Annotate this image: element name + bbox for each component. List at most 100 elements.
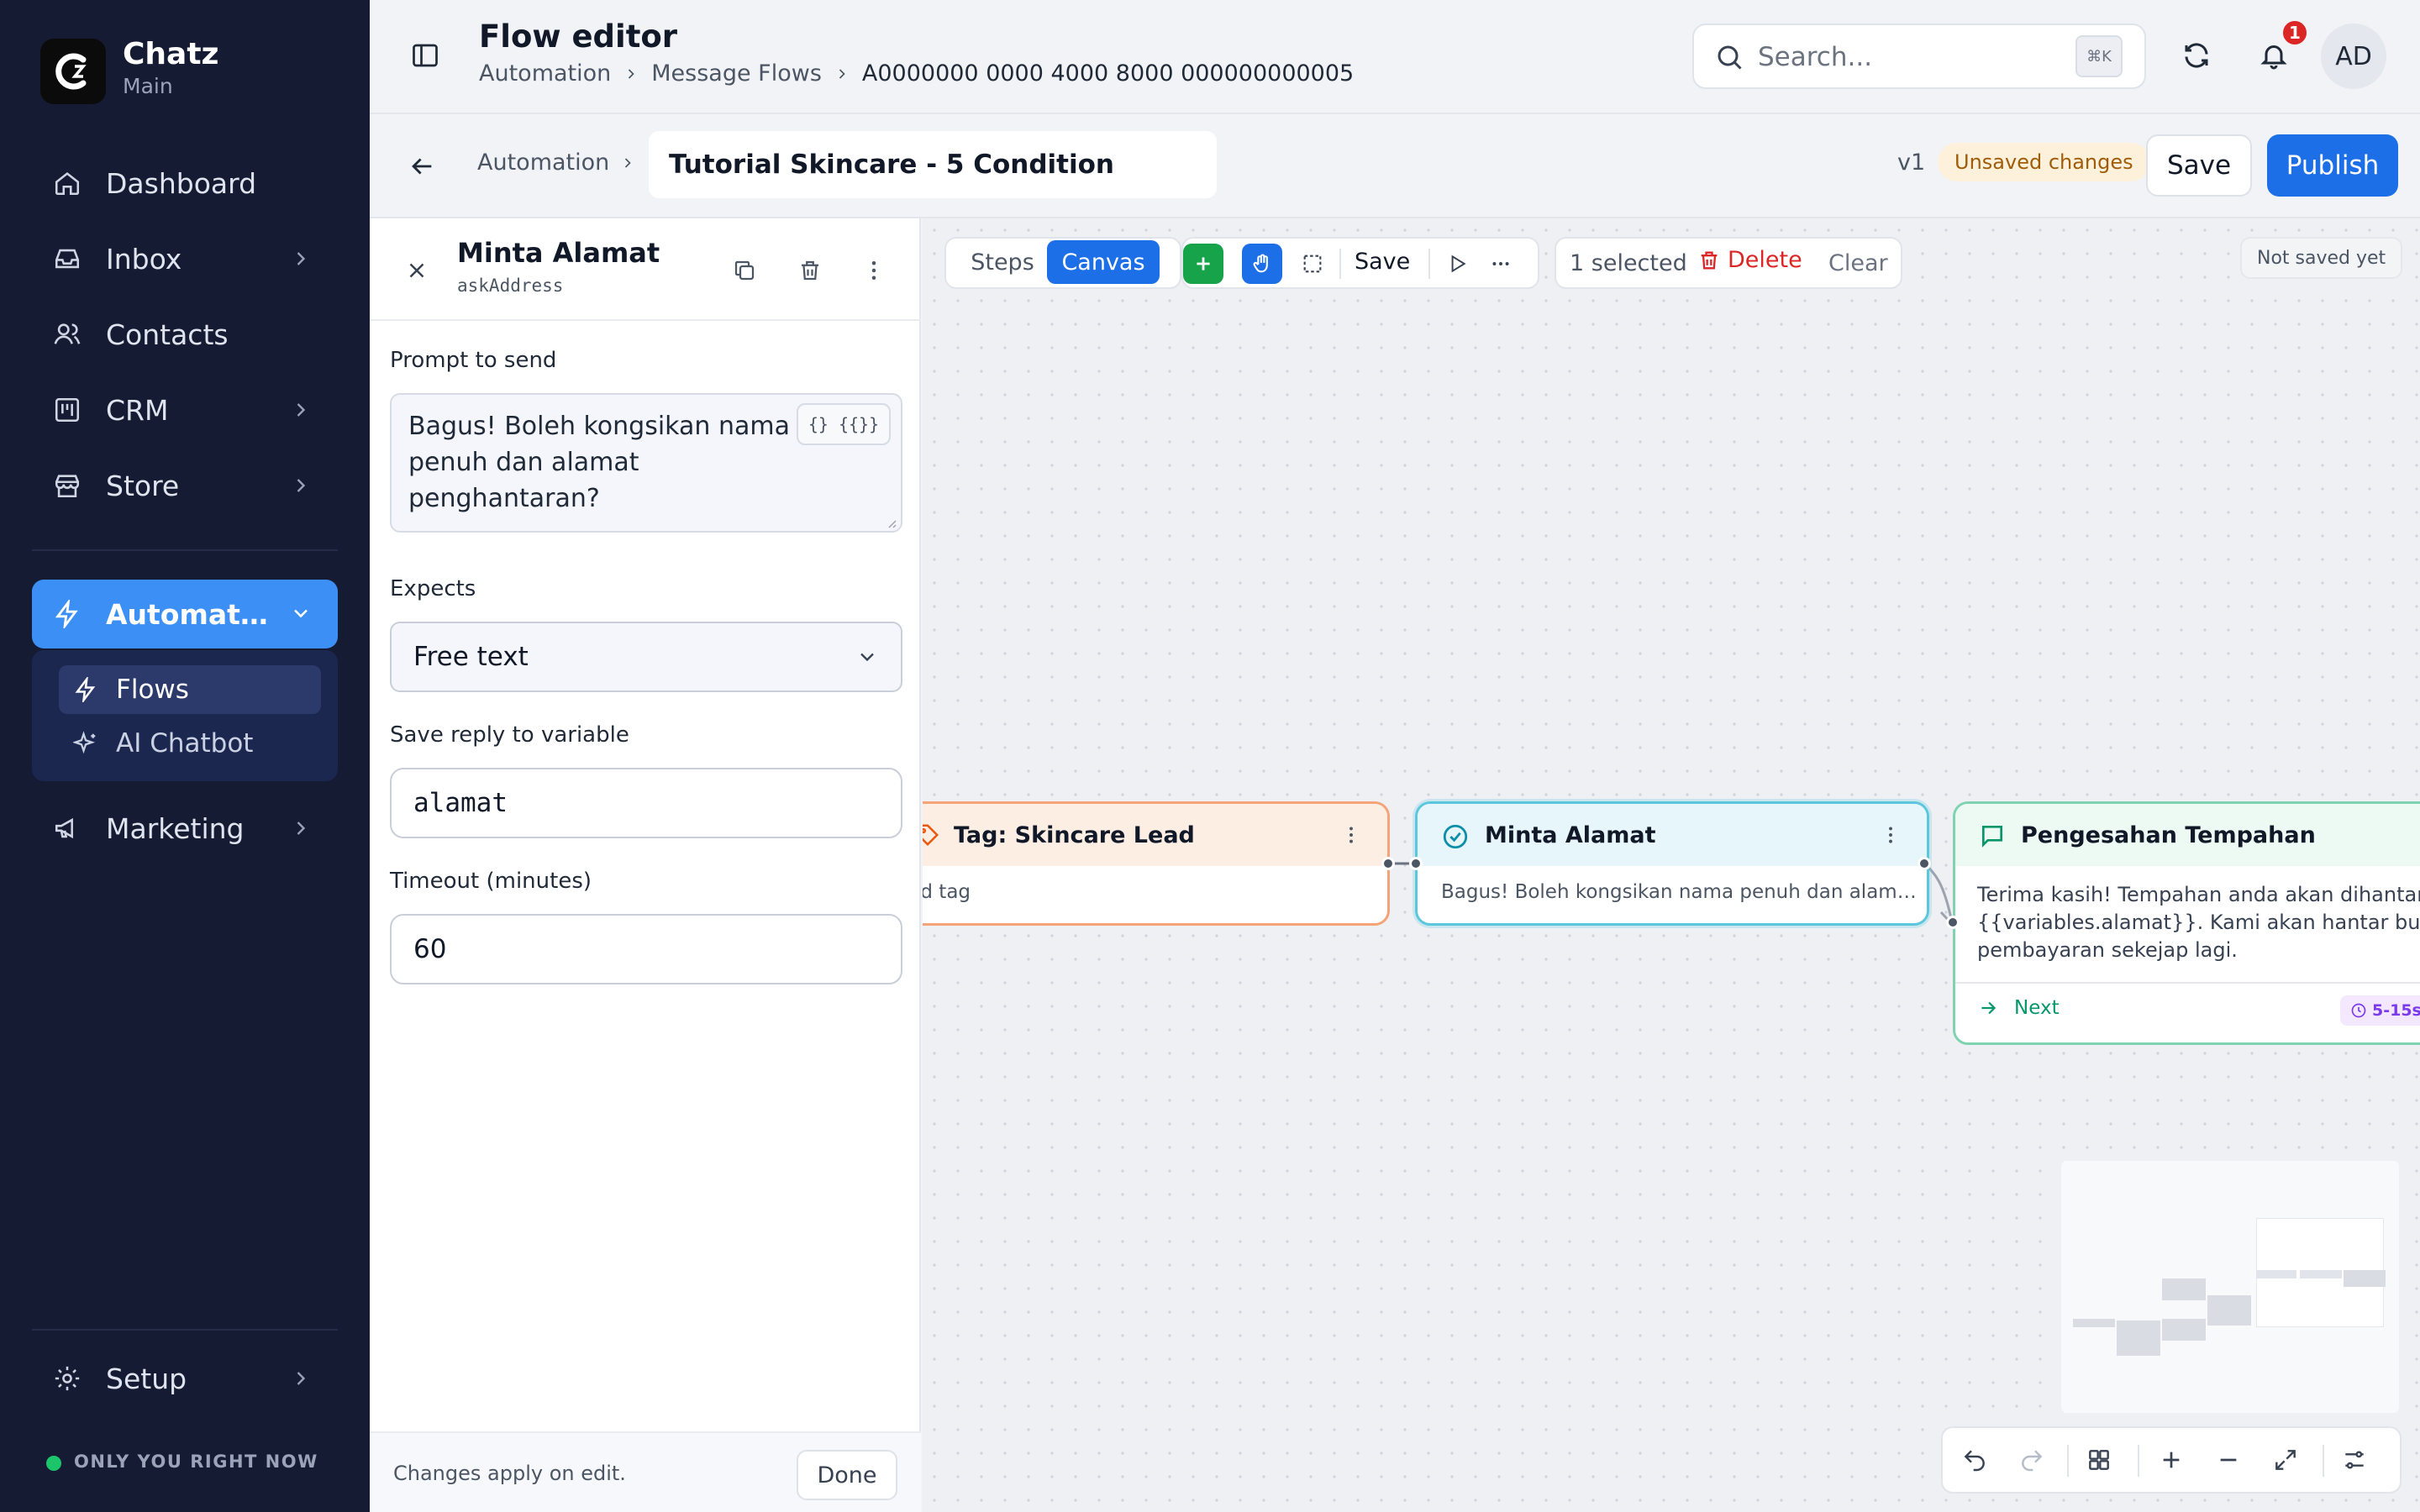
- bolt-icon: [71, 675, 101, 705]
- sidebar-toggle-icon[interactable]: [398, 29, 452, 82]
- workspace-name: Main: [123, 74, 173, 98]
- avatar[interactable]: AD: [2321, 24, 2386, 89]
- flow-node-tag[interactable]: Tag: Skincare Lead ld tag: [923, 801, 1390, 926]
- breadcrumb-item[interactable]: Automation: [477, 150, 609, 176]
- resize-handle-icon[interactable]: [884, 516, 897, 529]
- grid-layout-icon[interactable]: [2086, 1446, 2112, 1473]
- node-port[interactable]: [1381, 857, 1395, 870]
- fit-view-icon[interactable]: [2272, 1446, 2299, 1473]
- duplicate-icon[interactable]: [718, 244, 771, 297]
- sidebar-item-store[interactable]: Store: [32, 455, 338, 516]
- insert-variable-button[interactable]: {} {{}}: [797, 403, 891, 445]
- chevron-right-icon: [289, 1367, 313, 1390]
- sidebar-item-label: Inbox: [106, 242, 182, 276]
- more-vertical-icon[interactable]: [1340, 824, 1362, 846]
- inbox-icon: [50, 242, 84, 276]
- node-title: Pengesahan Tempahan: [2021, 822, 2316, 848]
- sidebar-subitem-ai-chatbot[interactable]: AI Chatbot: [59, 719, 321, 768]
- canvas-controls: [1941, 1426, 2402, 1494]
- more-vertical-icon[interactable]: [847, 244, 901, 297]
- divider: [2323, 1445, 2324, 1477]
- page-title: Flow editor: [479, 18, 678, 55]
- prompt-textarea[interactable]: Bagus! Boleh kongsikan nama penuh dan al…: [390, 393, 902, 533]
- search-input[interactable]: Search... ⌘K: [1692, 24, 2146, 89]
- breadcrumb-item[interactable]: Message Flows: [651, 60, 822, 87]
- save-button[interactable]: Save: [2146, 134, 2252, 197]
- chevron-down-icon: [855, 645, 879, 669]
- sidebar-item-automation[interactable]: Automat…: [32, 580, 338, 648]
- editor-breadcrumb: Automation: [477, 150, 636, 176]
- sidebar-item-label: Store: [106, 469, 180, 502]
- publish-button[interactable]: Publish: [2267, 134, 2398, 197]
- panel-header: Minta Alamat askAddress: [370, 218, 921, 321]
- search-placeholder: Search...: [1758, 42, 1873, 72]
- gear-icon: [50, 1362, 84, 1395]
- sidebar-item-dashboard[interactable]: Dashboard: [32, 153, 338, 213]
- node-body: ld tag: [923, 881, 971, 903]
- chevron-right-icon: [289, 474, 313, 497]
- sidebar-item-label: Automat…: [106, 597, 268, 631]
- save-variable-label: Save reply to variable: [390, 722, 629, 748]
- zoom-in-icon[interactable]: [2158, 1446, 2185, 1473]
- chevron-right-icon: [834, 66, 850, 82]
- next-connector[interactable]: Next: [1977, 997, 2060, 1019]
- back-arrow-icon[interactable]: [395, 139, 449, 193]
- status-badge: Unsaved changes: [1938, 143, 2150, 181]
- flow-name-input[interactable]: Tutorial Skincare - 5 Condition: [649, 131, 1217, 198]
- timeout-input[interactable]: 60: [390, 914, 902, 984]
- chevron-right-icon: [289, 816, 313, 840]
- timeout-label: Timeout (minutes): [390, 869, 592, 894]
- breadcrumb-item[interactable]: Automation: [479, 60, 611, 87]
- node-title: Tag: Skincare Lead: [954, 822, 1195, 848]
- zoom-out-icon[interactable]: [2215, 1446, 2242, 1473]
- sidebar-item-setup[interactable]: Setup: [32, 1348, 338, 1409]
- minimap[interactable]: [2061, 1161, 2399, 1413]
- done-button[interactable]: Done: [797, 1450, 897, 1500]
- sidebar-subitem-flows[interactable]: Flows: [59, 665, 321, 714]
- redo-icon[interactable]: [2018, 1446, 2045, 1473]
- minimap-node: [2162, 1319, 2206, 1341]
- home-icon: [50, 166, 84, 200]
- breadcrumb: Automation Message Flows A0000000 0000 4…: [479, 60, 1354, 87]
- node-port[interactable]: [1409, 857, 1423, 870]
- variable-name-input[interactable]: alamat: [390, 768, 902, 838]
- sidebar-item-label: Dashboard: [106, 166, 257, 200]
- sidebar-item-label: CRM: [106, 393, 169, 427]
- version-label: v1: [1897, 150, 1926, 176]
- breadcrumb-item: A0000000 0000 4000 8000 000000000005: [861, 60, 1355, 87]
- chevron-right-icon: [623, 66, 639, 82]
- footer-note: Changes apply on edit.: [393, 1462, 626, 1485]
- trash-icon[interactable]: [783, 244, 837, 297]
- flow-canvas[interactable]: Steps Canvas Save 1 selected Delete Clea…: [923, 218, 2420, 1512]
- minimap-node: [2344, 1270, 2386, 1287]
- undo-icon[interactable]: [1961, 1446, 1988, 1473]
- expects-value: Free text: [413, 642, 529, 672]
- presence-dot: [46, 1456, 61, 1471]
- more-vertical-icon[interactable]: [1880, 824, 1902, 846]
- flow-node-ask-address[interactable]: Minta Alamat Bagus! Boleh kongsikan nama…: [1415, 801, 1929, 926]
- node-port[interactable]: [1946, 916, 1960, 929]
- close-icon[interactable]: [390, 244, 444, 297]
- sidebar-item-inbox[interactable]: Inbox: [32, 228, 338, 289]
- presence-status: ONLY YOU RIGHT NOW: [74, 1452, 318, 1472]
- minimap-node: [2256, 1270, 2296, 1278]
- minimap-node: [2300, 1270, 2342, 1278]
- sidebar-item-marketing[interactable]: Marketing: [32, 798, 338, 858]
- sidebar-item-crm[interactable]: CRM: [32, 380, 338, 440]
- divider: [32, 549, 338, 551]
- sidebar-item-contacts[interactable]: Contacts: [32, 304, 338, 365]
- node-title: Minta Alamat: [1485, 822, 1656, 848]
- shortcut-hint: ⌘K: [2075, 35, 2123, 77]
- tag-icon: [923, 822, 940, 848]
- chevron-right-icon: [289, 398, 313, 422]
- brand-logo[interactable]: [40, 39, 106, 104]
- settings-sliders-icon[interactable]: [2341, 1446, 2368, 1473]
- flow-node-message[interactable]: Pengesahan Tempahan Terima kasih! Tempah…: [1953, 801, 2420, 1045]
- arrow-right-icon: [1977, 997, 1999, 1019]
- delay-badge: 5-15s: [2340, 995, 2420, 1026]
- node-body: Terima kasih! Tempahan anda akan dihanta…: [1977, 883, 2420, 962]
- expects-label: Expects: [390, 576, 476, 601]
- expects-select[interactable]: Free text: [390, 622, 902, 692]
- node-port[interactable]: [1918, 857, 1931, 870]
- refresh-icon[interactable]: [2170, 29, 2223, 82]
